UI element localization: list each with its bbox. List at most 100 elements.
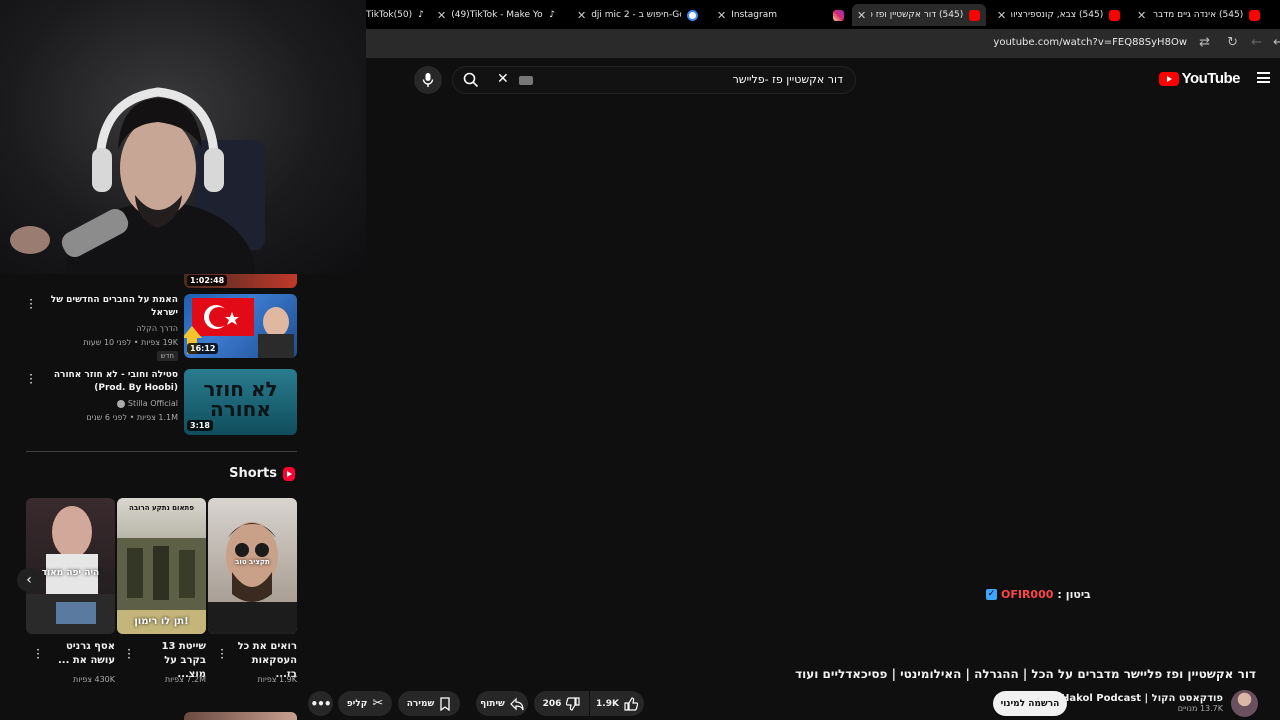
shorts-prev-button[interactable]: ‹ [17,568,41,592]
tab-title: TikTok(50) [366,10,413,20]
forward-icon[interactable]: ← [1251,35,1262,50]
shorts-icon [283,466,295,481]
subscribe-button[interactable]: הרשמה למינוי [993,691,1067,716]
channel-text: פודקאסט הקול | Hakol Podcast 13.7K מנויי… [1061,693,1223,713]
youtube-logo[interactable]: YouTube [1158,70,1241,87]
stream-chat-message: ✓ OFIR000 : ביטון [986,588,1091,601]
search-box[interactable]: ✕ דור אקשטיין פז -פליישר [452,66,856,94]
verified-icon [117,399,126,408]
video-thumbnail[interactable]: 16:12 [184,294,297,358]
tab-title: dji mic 2 - חיפוש ב-Goog [591,10,681,20]
search-input[interactable]: דור אקשטיין פז -פליישר [733,73,843,86]
video-thumbnail[interactable]: 1:02:48 [184,274,297,288]
short-views: 7.2M צפיות [164,675,206,684]
tab-tiktok[interactable]: TikTok(50) ♪ [366,4,426,26]
back-icon[interactable]: ← [1273,35,1280,50]
shorts-heading: Shorts [229,466,277,481]
share-label: שיתוף [480,698,505,709]
video-thumbnail[interactable]: לא חוזר אחורה 3:18 [184,369,297,435]
microphone-icon [422,73,434,87]
short-thumbnail[interactable]: תקציב טוב [208,498,297,634]
short-thumbnail[interactable]: היה יפה מאוד [26,498,115,634]
clip-button[interactable]: קליפ ✂ [338,691,392,716]
keyboard-icon[interactable] [519,76,533,85]
close-tab-icon[interactable]: ✕ [997,9,1006,22]
more-options-icon[interactable]: · · · [126,644,132,664]
channel-info[interactable]: פודקאסט הקול | Hakol Podcast 13.7K מנויי… [1061,688,1258,718]
short-views: 430K צפיות [72,675,115,684]
hamburger-menu-icon[interactable] [1257,72,1270,83]
tab-google[interactable]: ✕ dji mic 2 - חיפוש ב-Goog [572,4,706,26]
scissors-icon: ✂ [372,696,384,711]
close-tab-icon[interactable]: ✕ [437,9,446,22]
youtube-icon [1249,9,1261,21]
video-title: דור אקשטיין ופז פליישר מדברים על הכל | ה… [795,667,1256,681]
close-tab-icon[interactable]: ✕ [857,9,866,22]
short-title[interactable]: אסף גרניט עושה את ... [53,640,115,668]
browser-tab-bar: TikTok(50) ♪ ✕ (49)TikTok - Make Your D … [366,0,1280,29]
share-icon [510,697,524,710]
like-button[interactable]: 1.9K [590,691,644,716]
thumbnail-text: לא חוזר אחורה [203,377,278,421]
search-icon[interactable] [463,72,479,88]
tab-tiktok-2[interactable]: ✕ (49)TikTok - Make Your D ♪ [432,4,566,26]
short-views: 1.9K צפיות [257,675,297,684]
tab-title: (545) דור אקשטיין ופז פל [871,10,964,20]
video-title[interactable]: סטילה וחובי - לא חוזר אחורה (Prod. By Ho… [38,369,178,395]
video-duration: 3:18 [187,420,213,431]
thumbs-down-icon [566,696,580,711]
tab-title: (545) צבא, קונספירציות, ה [1011,10,1104,20]
more-options-icon[interactable]: · · · [28,369,34,389]
video-channel[interactable]: Stilla Official [117,399,178,408]
tiktok-icon: ♪ [418,9,426,21]
moderator-badge-icon: ✓ [986,589,997,600]
youtube-logo-text: YouTube [1181,70,1241,87]
close-tab-icon[interactable]: ✕ [577,9,586,22]
video-thumbnail[interactable] [184,712,297,720]
tab-title: (49)TikTok - Make Your D [451,10,543,20]
video-stats: 1.1M צפיות • לפני 6 שנים [86,413,178,422]
tab-youtube-active[interactable]: ✕ (545) דור אקשטיין ופז פל [852,4,986,26]
dislike-count: 206 [542,698,562,709]
more-options-icon[interactable]: · · · [35,644,41,664]
chat-username: OFIR000 [1001,588,1054,601]
tiktok-icon: ♪ [549,9,561,21]
youtube-icon [969,9,981,21]
short-image [117,538,206,634]
like-count: 1.9K [596,698,619,709]
reload-icon[interactable]: ↻ [1227,35,1238,50]
voice-search-button[interactable] [414,66,442,94]
tab-youtube-3[interactable]: ✕ (545) אינדה גיים מדבר על [1132,4,1266,26]
video-title[interactable]: האמת על החברים החדשים של ישראל [38,294,178,320]
save-button[interactable]: שמירה [398,691,460,716]
more-options-icon[interactable]: · · · [28,294,34,314]
tab-instagram[interactable]: ✕ Instagram [712,4,846,26]
divider [26,451,297,452]
video-channel[interactable]: הדרך הקלה [136,324,178,333]
short-image [26,506,115,634]
more-actions-button[interactable]: ••• [308,691,333,716]
chat-message: ביטון [1065,588,1091,601]
tab-title: (545) אינדה גיים מדבר על [1151,10,1244,20]
tab-youtube-2[interactable]: ✕ (545) צבא, קונספירציות, ה [992,4,1126,26]
dislike-button[interactable]: 206 [534,691,589,716]
short-thumbnail[interactable]: פתאום נתקע הרובה תן לו רימון! [117,498,206,634]
video-channel-name: Stilla Official [127,399,178,408]
clear-search-icon[interactable]: ✕ [497,71,509,87]
more-horizontal-icon: ••• [310,696,331,711]
close-tab-icon[interactable]: ✕ [717,9,726,22]
channel-avatar[interactable] [1231,689,1258,717]
close-tab-icon[interactable]: ✕ [1137,9,1146,22]
share-button[interactable]: שיתוף [476,691,528,716]
streamer-camera-image [10,87,265,274]
more-options-icon[interactable]: · · · [219,644,225,664]
site-settings-icon[interactable]: ⇄ [1199,35,1210,50]
chevron-left-icon: ‹ [26,572,32,588]
url-field[interactable]: youtube.com/watch?v=FEQ88SyH8Ow [993,37,1187,48]
bookmark-icon [440,696,450,711]
google-icon [687,9,699,21]
webcam-overlay [0,0,366,274]
shorts-header: Shorts [229,466,295,481]
channel-name[interactable]: פודקאסט הקול | Hakol Podcast [1061,693,1223,704]
youtube-header: ✕ דור אקשטיין פז -פליישר YouTube [366,58,1280,102]
